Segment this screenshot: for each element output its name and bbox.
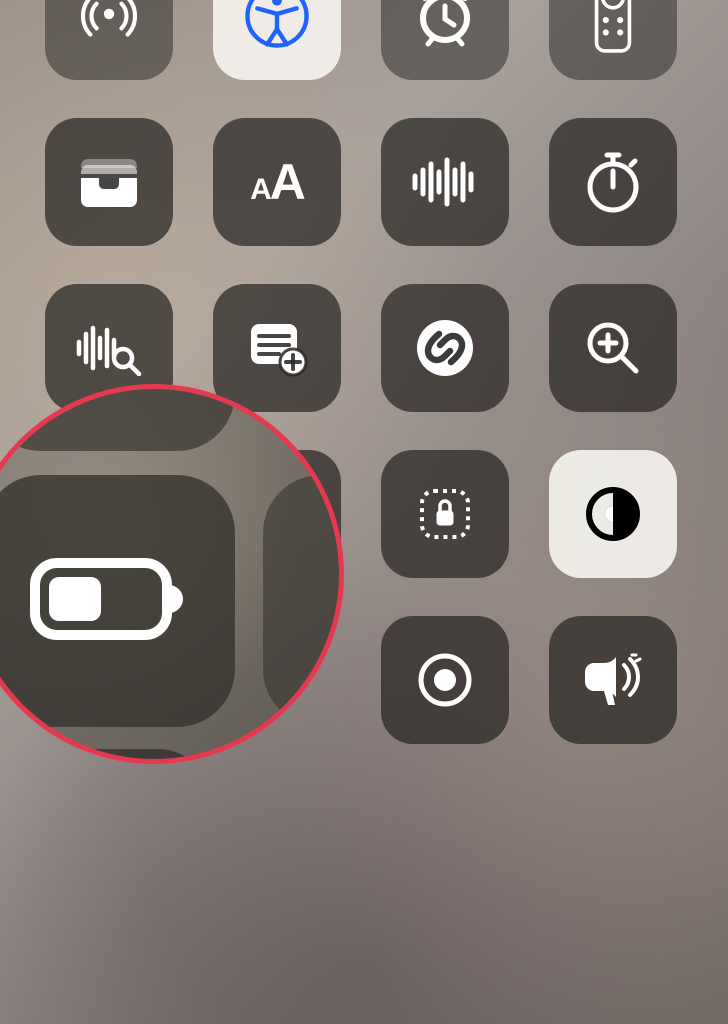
alarm-icon — [413, 0, 477, 48]
text-size-tile[interactable]: AA — [213, 118, 341, 246]
guided-access-icon — [415, 484, 475, 544]
shazam-tile[interactable] — [381, 284, 509, 412]
lens-content — [0, 389, 339, 759]
low-power-mode-tile[interactable] — [0, 475, 235, 727]
annotation-circle — [0, 384, 344, 764]
sound-recognition-icon — [73, 320, 145, 376]
quick-note-icon — [245, 318, 309, 378]
screen-recording-icon — [416, 651, 474, 709]
announce-notifications-icon — [580, 651, 646, 709]
guided-access-tile[interactable] — [381, 450, 509, 578]
lens-adjacent-right-tile — [263, 475, 344, 727]
text-size-icon: AA — [250, 153, 304, 211]
stopwatch-icon — [583, 149, 643, 215]
apple-tv-remote-icon — [591, 0, 635, 53]
remote-tile[interactable] — [549, 0, 677, 80]
wallet-icon — [75, 154, 143, 210]
airdrop-icon — [76, 0, 142, 49]
stopwatch-tile[interactable] — [549, 118, 677, 246]
low-power-mode-icon — [29, 555, 189, 648]
voice-memos-icon — [409, 156, 481, 208]
lens-adjacent-top-tile — [0, 384, 235, 451]
magnifier-icon — [582, 317, 644, 379]
dark-mode-tile[interactable] — [549, 450, 677, 578]
lens-adjacent-bottom-tile — [17, 749, 207, 764]
magnifier-tile[interactable] — [549, 284, 677, 412]
screen-recording-tile[interactable] — [381, 616, 509, 744]
wallet-tile[interactable] — [45, 118, 173, 246]
voice-memos-tile[interactable] — [381, 118, 509, 246]
airdrop-tile[interactable] — [45, 0, 173, 80]
dark-mode-icon — [583, 484, 643, 544]
announce-notifications-tile[interactable] — [549, 616, 677, 744]
accessibility-tile[interactable] — [213, 0, 341, 80]
accessibility-icon — [242, 0, 312, 51]
alarm-tile[interactable] — [381, 0, 509, 80]
shazam-icon — [413, 316, 477, 380]
